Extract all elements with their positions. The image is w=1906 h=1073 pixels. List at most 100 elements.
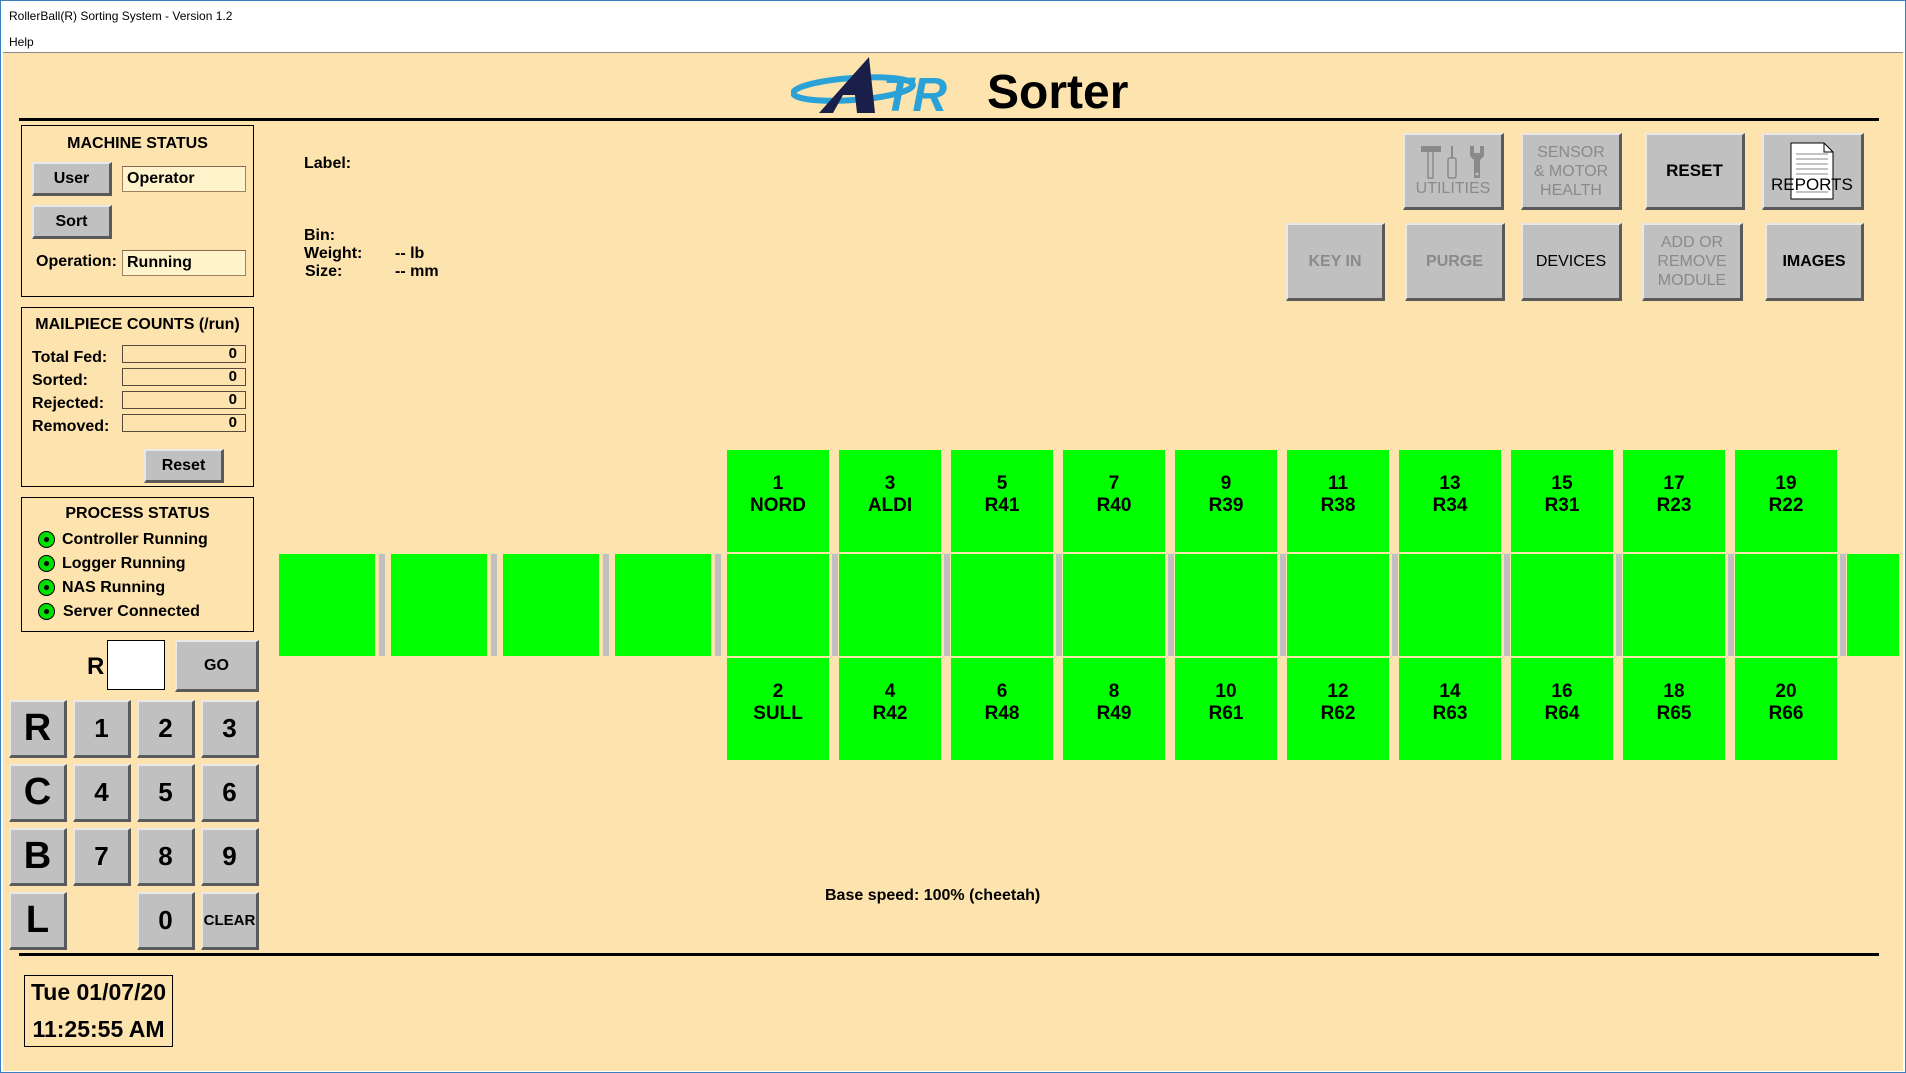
conveyor-module xyxy=(1175,554,1277,656)
bin-name: SULL xyxy=(753,703,803,724)
process-status-panel: PROCESS STATUS Controller Running Logger… xyxy=(21,497,254,632)
reset-button[interactable]: RESET xyxy=(1645,133,1745,210)
conveyor-module xyxy=(1063,554,1165,656)
utilities-button[interactable]: UTILITIES xyxy=(1403,133,1504,210)
bin-number: 3 xyxy=(884,473,896,494)
conveyor-gap xyxy=(1728,554,1734,656)
devices-button[interactable]: DEVICES xyxy=(1521,223,1622,301)
removed-value: 0 xyxy=(122,414,246,432)
bin-bottom[interactable]: 4 R42 xyxy=(839,658,941,760)
bin-top[interactable]: 5 R41 xyxy=(951,450,1053,552)
time-text: 11:25:55 AM xyxy=(32,1016,165,1042)
sensor-motor-health-line1: SENSOR xyxy=(1537,143,1605,161)
reset-counts-button[interactable]: Reset xyxy=(144,449,224,483)
bin-bottom[interactable]: 2 SULL xyxy=(727,658,829,760)
key-in-button[interactable]: KEY IN xyxy=(1286,223,1385,301)
reports-button[interactable]: REPORTS xyxy=(1762,133,1864,210)
bin-top[interactable]: 3 ALDI xyxy=(839,450,941,552)
bin-top[interactable]: 9 R39 xyxy=(1175,450,1277,552)
route-input[interactable] xyxy=(107,640,165,690)
bin-bottom[interactable]: 14 R63 xyxy=(1399,658,1501,760)
bin-number: 20 xyxy=(1775,681,1797,702)
bin-name: R31 xyxy=(1544,495,1580,516)
bin-name: R40 xyxy=(1096,495,1132,516)
keypad-2-button[interactable]: 2 xyxy=(137,700,195,758)
bin-top[interactable]: 17 R23 xyxy=(1623,450,1725,552)
bin-top[interactable]: 7 R40 xyxy=(1063,450,1165,552)
bin-name: NORD xyxy=(750,495,806,516)
bin-name: R34 xyxy=(1432,495,1468,516)
route-prefix-label: R xyxy=(87,653,105,680)
logger-status-led-icon xyxy=(38,555,55,572)
keypad-8-button[interactable]: 8 xyxy=(137,828,195,886)
keypad-c-button[interactable]: C xyxy=(9,764,67,822)
rejected-label: Rejected: xyxy=(32,395,105,412)
keypad-3-button[interactable]: 3 xyxy=(201,700,259,758)
operation-field: Running xyxy=(122,250,246,276)
bin-name: R42 xyxy=(872,703,908,724)
bin-bottom[interactable]: 10 R61 xyxy=(1175,658,1277,760)
bin-bottom[interactable]: 18 R65 xyxy=(1623,658,1725,760)
user-button[interactable]: User xyxy=(32,162,112,196)
add-remove-module-button[interactable]: ADD OR REMOVE MODULE xyxy=(1642,223,1743,301)
bin-number: 6 xyxy=(996,681,1008,702)
machine-status-title: MACHINE STATUS xyxy=(67,135,208,152)
sort-button[interactable]: Sort xyxy=(32,205,112,239)
sensor-motor-health-button[interactable]: SENSOR & MOTOR HEALTH xyxy=(1521,133,1622,210)
logger-status-label: Logger Running xyxy=(62,555,186,572)
bin-number: 5 xyxy=(996,473,1008,494)
bin-top[interactable]: 11 R38 xyxy=(1287,450,1389,552)
keypad-clear-button[interactable]: CLEAR xyxy=(201,892,259,950)
tools-icon xyxy=(1421,146,1484,179)
keypad-l-button[interactable]: L xyxy=(9,892,67,950)
keypad-r-button[interactable]: R xyxy=(9,700,67,758)
bin-number: 10 xyxy=(1215,681,1237,702)
page-title: Sorter xyxy=(987,66,1129,119)
conveyor-module xyxy=(1287,554,1389,656)
mailpiece-counts-title: MAILPIECE COUNTS (/run) xyxy=(35,316,240,333)
feed-conveyor-segment xyxy=(279,554,375,656)
conveyor-gap xyxy=(1280,554,1286,656)
keypad-1-button[interactable]: 1 xyxy=(73,700,131,758)
bin-top[interactable]: 15 R31 xyxy=(1511,450,1613,552)
bin-number: 1 xyxy=(772,473,784,494)
keypad-4-button[interactable]: 4 xyxy=(73,764,131,822)
bin-bottom[interactable]: 12 R62 xyxy=(1287,658,1389,760)
logo-text: TR xyxy=(883,69,947,119)
keypad-9-button[interactable]: 9 xyxy=(201,828,259,886)
bin-number: 14 xyxy=(1439,681,1461,702)
bin-number: 2 xyxy=(772,681,784,702)
nas-status-label: NAS Running xyxy=(62,579,166,596)
bin-bottom[interactable]: 8 R49 xyxy=(1063,658,1165,760)
go-button[interactable]: GO xyxy=(175,640,259,692)
bin-top[interactable]: 1 NORD xyxy=(727,450,829,552)
exit-conveyor-segment xyxy=(1847,554,1899,656)
conveyor-gap xyxy=(944,554,950,656)
bin-bottom[interactable]: 6 R48 xyxy=(951,658,1053,760)
nas-status-led-icon xyxy=(38,579,55,596)
purge-button[interactable]: PURGE xyxy=(1405,223,1505,301)
conveyor-gap xyxy=(1392,554,1398,656)
conveyor-module xyxy=(951,554,1053,656)
datetime-display: Tue 01/07/20 11:25:55 AM xyxy=(24,975,173,1047)
bin-top[interactable]: 13 R34 xyxy=(1399,450,1501,552)
keypad-0-button[interactable]: 0 xyxy=(137,892,195,950)
bin-bottom[interactable]: 16 R64 xyxy=(1511,658,1613,760)
keypad-5-button[interactable]: 5 xyxy=(137,764,195,822)
keypad-b-button[interactable]: B xyxy=(9,828,67,886)
feed-conveyor-segment xyxy=(503,554,599,656)
bin-name: R23 xyxy=(1656,495,1692,516)
bin-name: R65 xyxy=(1656,703,1692,724)
keypad-6-button[interactable]: 6 xyxy=(201,764,259,822)
bin-number: 11 xyxy=(1327,473,1349,494)
bin-number: 16 xyxy=(1551,681,1573,702)
menu-help[interactable]: Help xyxy=(9,35,34,49)
bin-bottom[interactable]: 20 R66 xyxy=(1735,658,1837,760)
main-panel: TR Sorter MACHINE STATUS User Operator S… xyxy=(3,52,1903,1071)
keypad-7-button[interactable]: 7 xyxy=(73,828,131,886)
bin-name: R49 xyxy=(1096,703,1132,724)
machine-status-panel: MACHINE STATUS User Operator Sort Operat… xyxy=(21,125,254,297)
images-button[interactable]: IMAGES xyxy=(1765,223,1864,301)
conveyor-module xyxy=(1623,554,1725,656)
bin-top[interactable]: 19 R22 xyxy=(1735,450,1837,552)
